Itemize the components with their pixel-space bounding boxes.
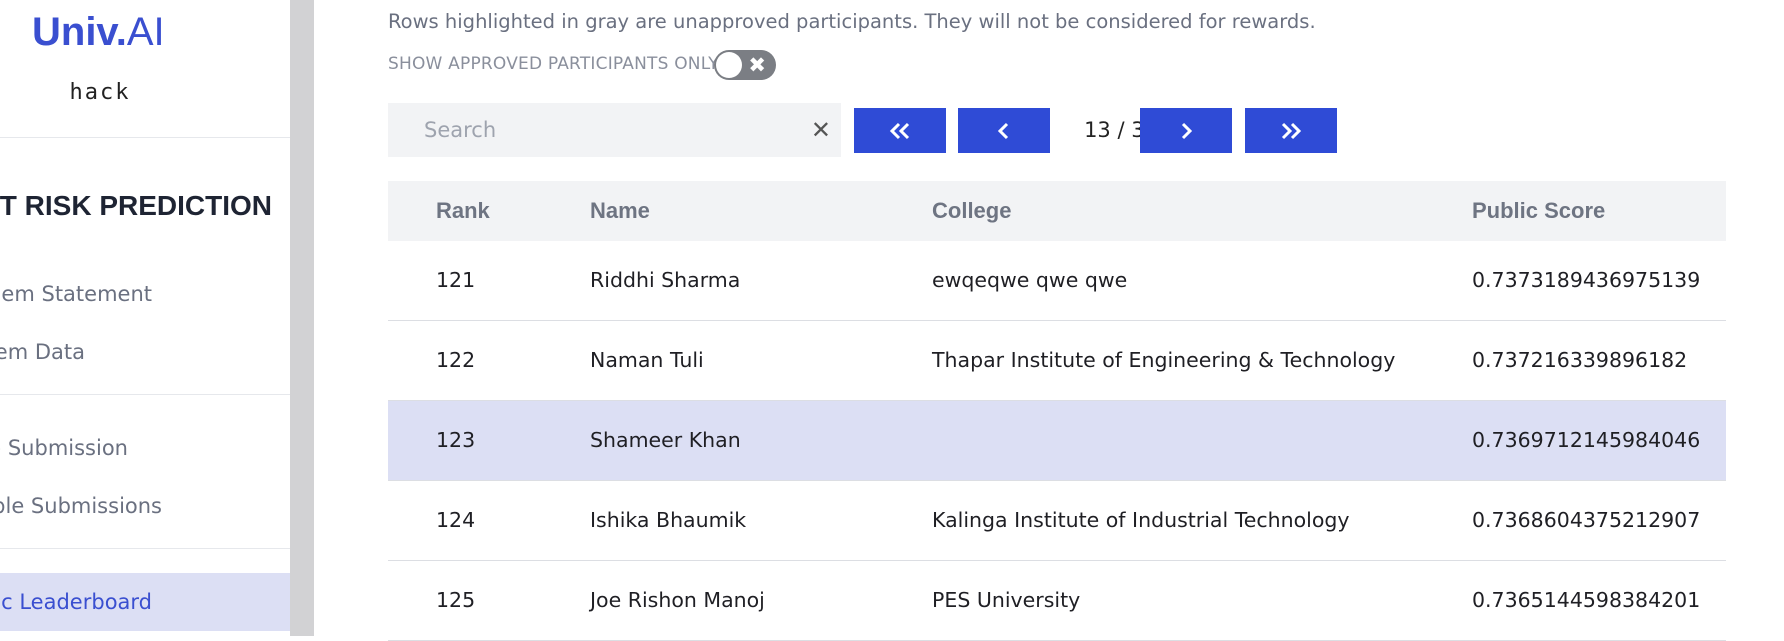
double-chevron-left-icon	[889, 122, 910, 139]
close-icon: ✖	[748, 53, 766, 77]
cell-name: Shameer Khan	[590, 428, 741, 452]
cell-name: Naman Tuli	[590, 348, 704, 372]
sidebar-item-make-submission[interactable]: Make Submission	[0, 420, 290, 476]
toggle-knob	[716, 52, 742, 78]
cell-public-score: 0.7368604375212907	[1472, 508, 1701, 532]
cell-public-score: 0.7369712145984046	[1472, 428, 1701, 452]
logo-bold-text: Univ.	[32, 10, 127, 54]
unapproved-notice: Rows highlighted in gray are unapproved …	[388, 10, 1316, 33]
sidebar-item-label: Problem Statement	[0, 282, 152, 306]
double-chevron-right-icon	[1281, 122, 1302, 139]
cell-college: ewqeqwe qwe qwe	[932, 268, 1128, 292]
prev-page-button[interactable]	[958, 108, 1050, 153]
sidebar-item-label: Make Submission	[0, 436, 128, 460]
cell-rank: 121	[436, 268, 476, 292]
chevron-left-icon	[997, 122, 1009, 139]
cell-college: Thapar Institute of Engineering & Techno…	[932, 348, 1396, 372]
sidebar-item-eligible-submissions[interactable]: Eligible Submissions	[0, 478, 290, 534]
sidebar-scrollbar[interactable]	[290, 0, 314, 636]
sidebar-item-problem-statement[interactable]: Problem Statement	[0, 266, 290, 322]
column-header-rank[interactable]: Rank	[436, 181, 490, 241]
search-box: ✕	[388, 103, 841, 157]
cell-public-score: 0.737216339896182	[1472, 348, 1688, 372]
cell-public-score: 0.7365144598384201	[1472, 588, 1701, 612]
sidebar-item-label: Public Leaderboard	[0, 590, 152, 614]
search-input[interactable]	[388, 103, 804, 157]
sidebar-divider	[0, 394, 290, 395]
cell-rank: 125	[436, 588, 476, 612]
logo-thin-text: AI	[126, 10, 165, 54]
sidebar-item-public-leaderboard[interactable]: Public Leaderboard	[0, 573, 290, 631]
column-header-public-score[interactable]: Public Score	[1472, 181, 1605, 241]
chevron-right-icon	[1181, 122, 1193, 139]
cell-rank: 122	[436, 348, 476, 372]
cell-name: Joe Rishon Manoj	[590, 588, 765, 612]
leaderboard-table: Rank Name College Public Score 121 Riddh…	[388, 181, 1726, 641]
cell-name: Riddhi Sharma	[590, 268, 741, 292]
approved-only-toggle[interactable]: ✖	[714, 50, 776, 80]
first-page-button[interactable]	[854, 108, 946, 153]
table-header: Rank Name College Public Score	[388, 181, 1726, 241]
cell-rank: 123	[436, 428, 476, 452]
table-row: 125 Joe Rishon Manoj PES University 0.73…	[388, 561, 1726, 641]
sidebar-item-label: Eligible Submissions	[0, 494, 162, 518]
table-row: 123 Shameer Khan 0.7369712145984046	[388, 401, 1726, 481]
close-icon[interactable]: ✕	[811, 103, 831, 157]
cell-name: Ishika Bhaumik	[590, 508, 747, 532]
last-page-button[interactable]	[1245, 108, 1337, 153]
sidebar: Univ.AI hack CREDIT RISK PREDICTION Prob…	[0, 0, 290, 636]
column-header-name[interactable]: Name	[590, 181, 650, 241]
table-row: 122 Naman Tuli Thapar Institute of Engin…	[388, 321, 1726, 401]
cell-college: PES University	[932, 588, 1081, 612]
sidebar-item-problem-data[interactable]: Problem Data	[0, 324, 290, 380]
table-row: 121 Riddhi Sharma ewqeqwe qwe qwe 0.7373…	[388, 241, 1726, 321]
sidebar-divider	[0, 137, 290, 138]
approved-only-label: SHOW APPROVED PARTICIPANTS ONLY	[388, 54, 719, 74]
sidebar-divider	[0, 548, 290, 549]
cell-public-score: 0.7373189436975139	[1472, 268, 1701, 292]
cell-college: Kalinga Institute of Industrial Technolo…	[932, 508, 1350, 532]
univ-ai-logo[interactable]: Univ.AI	[32, 10, 165, 55]
column-header-college[interactable]: College	[932, 181, 1011, 241]
cell-rank: 124	[436, 508, 476, 532]
competition-title: CREDIT RISK PREDICTION	[0, 190, 272, 221]
next-page-button[interactable]	[1140, 108, 1232, 153]
logo-subtitle: hack	[69, 80, 131, 105]
sidebar-item-label: Problem Data	[0, 340, 85, 364]
table-row: 124 Ishika Bhaumik Kalinga Institute of …	[388, 481, 1726, 561]
